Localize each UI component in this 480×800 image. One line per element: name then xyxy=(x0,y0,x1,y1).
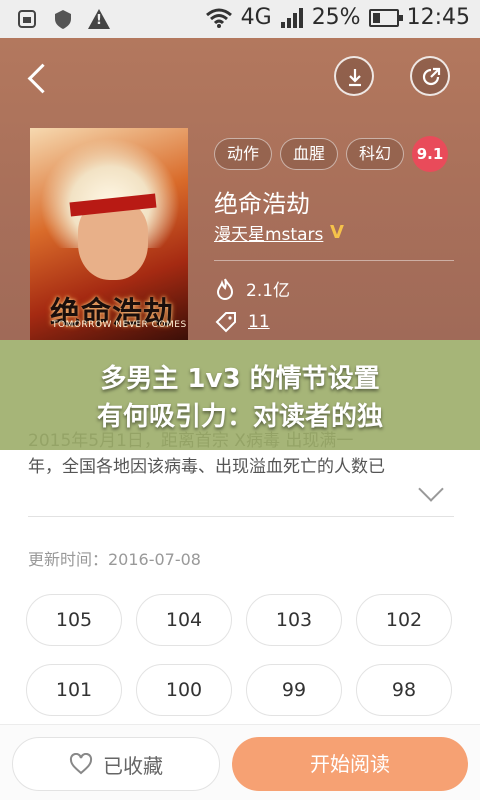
chapter-button[interactable]: 104 xyxy=(136,594,232,646)
chapter-button[interactable]: 100 xyxy=(136,664,232,716)
section-divider xyxy=(28,516,454,517)
chapter-grid: 105 104 103 102 101 100 99 98 xyxy=(26,594,456,716)
wifi-icon xyxy=(205,8,232,28)
banner-text: 多男主 1v3 的情节设置 有何吸引力：对读者的独 xyxy=(0,360,480,436)
tag-action[interactable]: 动作 xyxy=(214,138,273,170)
header-divider xyxy=(214,260,454,261)
book-header: 绝命浩劫 TOMORROW NEVER COMES 动作 血腥 科幻 9.1 绝… xyxy=(0,38,480,340)
book-cover[interactable]: 绝命浩劫 TOMORROW NEVER COMES xyxy=(30,128,188,340)
tag-scifi[interactable]: 科幻 xyxy=(346,138,405,170)
chapter-button[interactable]: 102 xyxy=(356,594,452,646)
bottom-action-bar: 已收藏 开始阅读 xyxy=(0,724,480,800)
battery-icon xyxy=(368,8,403,27)
update-time: 更新时间：2016-07-08 xyxy=(28,550,201,569)
chapter-button[interactable]: 101 xyxy=(26,664,122,716)
start-reading-button[interactable]: 开始阅读 xyxy=(232,737,468,791)
chapter-button[interactable]: 98 xyxy=(356,664,452,716)
network-type: 4G xyxy=(240,5,272,30)
signal-icon xyxy=(280,7,303,28)
warning-icon xyxy=(88,9,110,29)
clock: 12:45 xyxy=(406,5,470,30)
share-button[interactable] xyxy=(410,56,450,96)
download-button[interactable] xyxy=(334,56,374,96)
comment-icon xyxy=(215,312,236,333)
back-button[interactable] xyxy=(22,58,56,98)
author-badge: V xyxy=(330,222,344,243)
fire-icon xyxy=(216,278,234,300)
share-icon xyxy=(422,67,441,86)
comment-stat[interactable]: 11 xyxy=(214,310,270,334)
book-title: 绝命浩劫 xyxy=(214,190,310,218)
sim-icon xyxy=(18,10,36,28)
download-icon xyxy=(349,69,361,87)
battery-percent: 25% xyxy=(311,5,361,30)
description-line: 年，全国各地因该病毒、出现溢血死亡的人数已 xyxy=(28,457,385,477)
favorite-button[interactable]: 已收藏 xyxy=(12,737,220,791)
comment-count: 11 xyxy=(248,312,270,332)
tag-gore[interactable]: 血腥 xyxy=(280,138,339,170)
banner-line-1: 多男主 1v3 的情节设置 xyxy=(100,364,380,394)
rating-badge: 9.1 xyxy=(412,136,448,172)
cover-subtitle: TOMORROW NEVER COMES xyxy=(52,320,187,330)
chapter-button[interactable]: 105 xyxy=(26,594,122,646)
chapter-button[interactable]: 99 xyxy=(246,664,342,716)
favorite-label: 已收藏 xyxy=(103,753,163,778)
chevron-down-icon[interactable] xyxy=(418,476,444,502)
author-link[interactable]: 漫天星mstars xyxy=(214,220,323,245)
banner-line-2: 有何吸引力：对读者的独 xyxy=(96,402,383,432)
hot-stat: 2.1亿 xyxy=(214,276,290,301)
shield-icon xyxy=(55,10,71,29)
status-bar: 4G 25% 12:45 xyxy=(0,0,480,38)
hot-count: 2.1亿 xyxy=(246,281,291,301)
chapter-button[interactable]: 103 xyxy=(246,594,342,646)
heart-icon xyxy=(69,753,93,775)
